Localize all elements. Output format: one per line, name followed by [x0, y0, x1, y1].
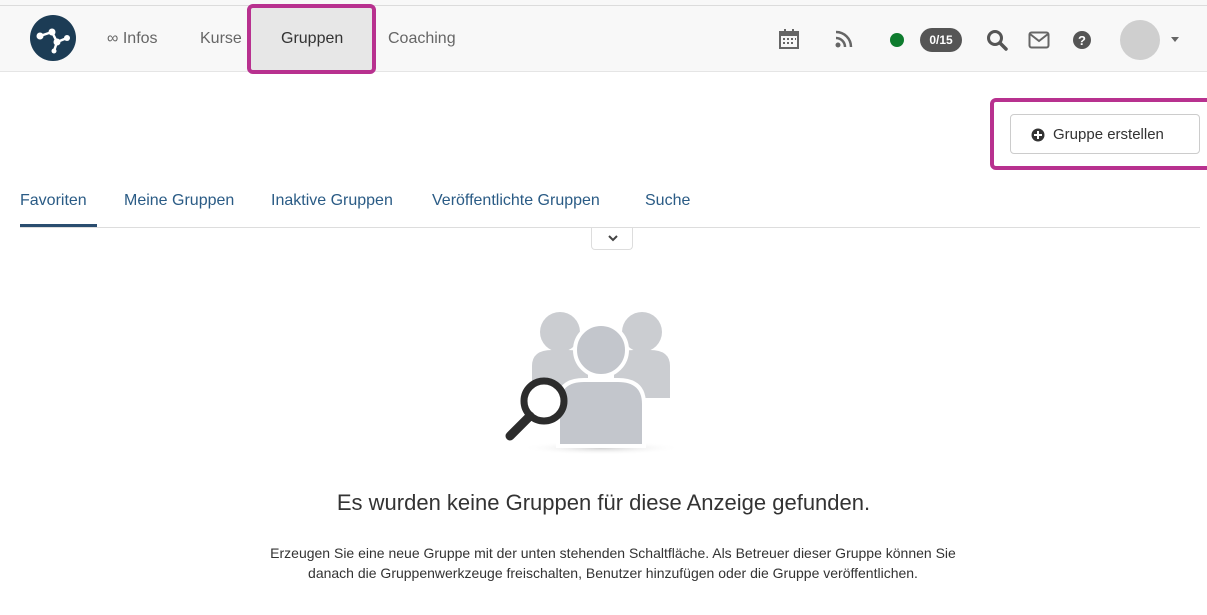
help-icon[interactable]: ?: [1072, 30, 1092, 55]
plus-circle-icon: [1031, 128, 1045, 142]
empty-groups-illustration: [496, 306, 716, 461]
tab-favoriten[interactable]: Favoriten: [20, 192, 87, 210]
app-logo[interactable]: [30, 15, 76, 61]
empty-state-title: Es wurden keine Gruppen für diese Anzeig…: [336, 490, 871, 515]
active-tab-indicator: [20, 224, 97, 227]
empty-state-description: Erzeugen Sie eine neue Gruppe mit der un…: [270, 545, 956, 581]
group-search-icon: [505, 312, 681, 455]
chevron-down-icon: [608, 235, 618, 242]
chevron-down-icon[interactable]: [1171, 37, 1179, 42]
rss-icon[interactable]: [834, 29, 854, 54]
nav-item-coaching[interactable]: Coaching: [388, 30, 456, 48]
calendar-icon[interactable]: [778, 28, 800, 55]
create-group-label: Gruppe erstellen: [1053, 126, 1164, 143]
mail-icon[interactable]: [1028, 30, 1050, 55]
tab-inaktive-gruppen[interactable]: Inaktive Gruppen: [271, 192, 393, 210]
search-icon[interactable]: [986, 29, 1008, 56]
tab-veroeffentlichte-gruppen[interactable]: Veröffentlichte Gruppen: [432, 192, 600, 210]
tab-meine-gruppen[interactable]: Meine Gruppen: [124, 192, 234, 210]
create-group-button[interactable]: Gruppe erstellen: [1010, 114, 1200, 154]
group-tabs: Favoriten Meine Gruppen Inaktive Gruppen…: [20, 192, 1200, 228]
filter-toggle-button[interactable]: [591, 228, 633, 250]
nav-item-kurse[interactable]: Kurse: [200, 30, 242, 48]
svg-text:?: ?: [1078, 33, 1086, 48]
nav-item-gruppen[interactable]: Gruppen: [281, 30, 343, 48]
top-navbar: ∞ Infos Kurse Gruppen Coaching 0/15 ?: [0, 0, 1207, 72]
nav-item-infos[interactable]: ∞ Infos: [107, 30, 158, 48]
online-status-dot[interactable]: [890, 33, 904, 47]
logo-icon: [36, 28, 70, 54]
notification-count-badge[interactable]: 0/15: [920, 28, 962, 52]
user-avatar[interactable]: [1120, 20, 1160, 60]
navbar-top-border: [0, 5, 1207, 6]
tab-suche[interactable]: Suche: [645, 192, 690, 210]
